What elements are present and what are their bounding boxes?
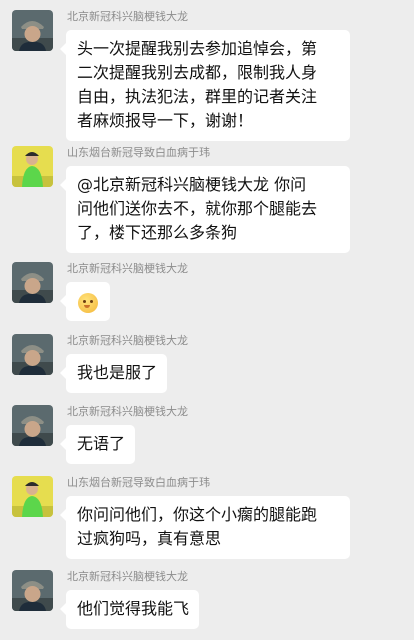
message-bubble[interactable] (60, 282, 110, 321)
sender-avatar[interactable] (12, 570, 53, 611)
avatar-man-cap-icon (12, 262, 53, 303)
avatar-man-cap-icon (12, 405, 53, 446)
sender-avatar[interactable] (12, 476, 53, 517)
message-line: @北京新冠科兴脑梗钱大龙 你问 (77, 175, 307, 194)
sender-name: 北京新冠科兴脑梗钱大龙 (67, 570, 188, 583)
sender-name: 北京新冠科兴脑梗钱大龙 (67, 262, 188, 275)
message-line: 了，楼下还那么多条狗 (77, 223, 238, 242)
avatar-man-cap-icon (12, 570, 53, 611)
message-bubble[interactable]: @北京新冠科兴脑梗钱大龙 你问 问他们送你去不，就你那个腿能去 了，楼下还那么多… (60, 166, 350, 253)
message-line: 他们觉得我能飞 (77, 599, 190, 618)
avatar-green-figure-icon (12, 476, 53, 517)
message-bubble[interactable]: 我也是服了 (59, 354, 168, 393)
message-line: 无语了 (77, 434, 126, 453)
avatar-man-cap-icon (12, 334, 53, 375)
message-line: 我也是服了 (77, 363, 158, 382)
sender-avatar[interactable] (12, 405, 53, 446)
sender-name: 北京新冠科兴脑梗钱大龙 (67, 405, 188, 418)
sender-name: 北京新冠科兴脑梗钱大龙 (67, 10, 188, 23)
message-line: 头一次提醒我别去参加追悼会，第 (77, 39, 318, 58)
sender-name: 山东烟台新冠导致白血病于玮 (67, 146, 210, 159)
message-line: 你问问他们，你这个小瘸的腿能跑 (77, 505, 318, 524)
message-line: 二次提醒我别去成都，限制我人身 (77, 63, 318, 82)
message-line: 自由，执法犯法，群里的记者关注 (77, 87, 318, 106)
message-bubble[interactable]: 头一次提醒我别去参加追悼会，第 二次提醒我别去成都，限制我人身 自由，执法犯法，… (60, 30, 350, 141)
message-bubble[interactable]: 你问问他们，你这个小瘸的腿能跑 过疯狗吗，真有意思 (60, 496, 350, 559)
sender-avatar[interactable] (12, 10, 53, 51)
sender-name: 山东烟台新冠导致白血病于玮 (67, 476, 210, 489)
avatar-green-figure-icon (12, 146, 53, 187)
sender-avatar[interactable] (12, 262, 53, 303)
message-bubble[interactable]: 他们觉得我能飞 (59, 590, 200, 629)
sender-avatar[interactable] (12, 334, 53, 375)
message-line: 过疯狗吗，真有意思 (77, 529, 222, 548)
message-line: 问他们送你去不，就你那个腿能去 (77, 199, 318, 218)
message-bubble[interactable]: 无语了 (59, 425, 136, 464)
sender-name: 北京新冠科兴脑梗钱大龙 (67, 334, 188, 347)
message-line: 者麻烦报导一下，谢谢！ (77, 111, 254, 130)
sender-avatar[interactable] (12, 146, 53, 187)
avatar-man-cap-icon (12, 10, 53, 51)
thinking-face-emoji-icon (78, 292, 98, 313)
